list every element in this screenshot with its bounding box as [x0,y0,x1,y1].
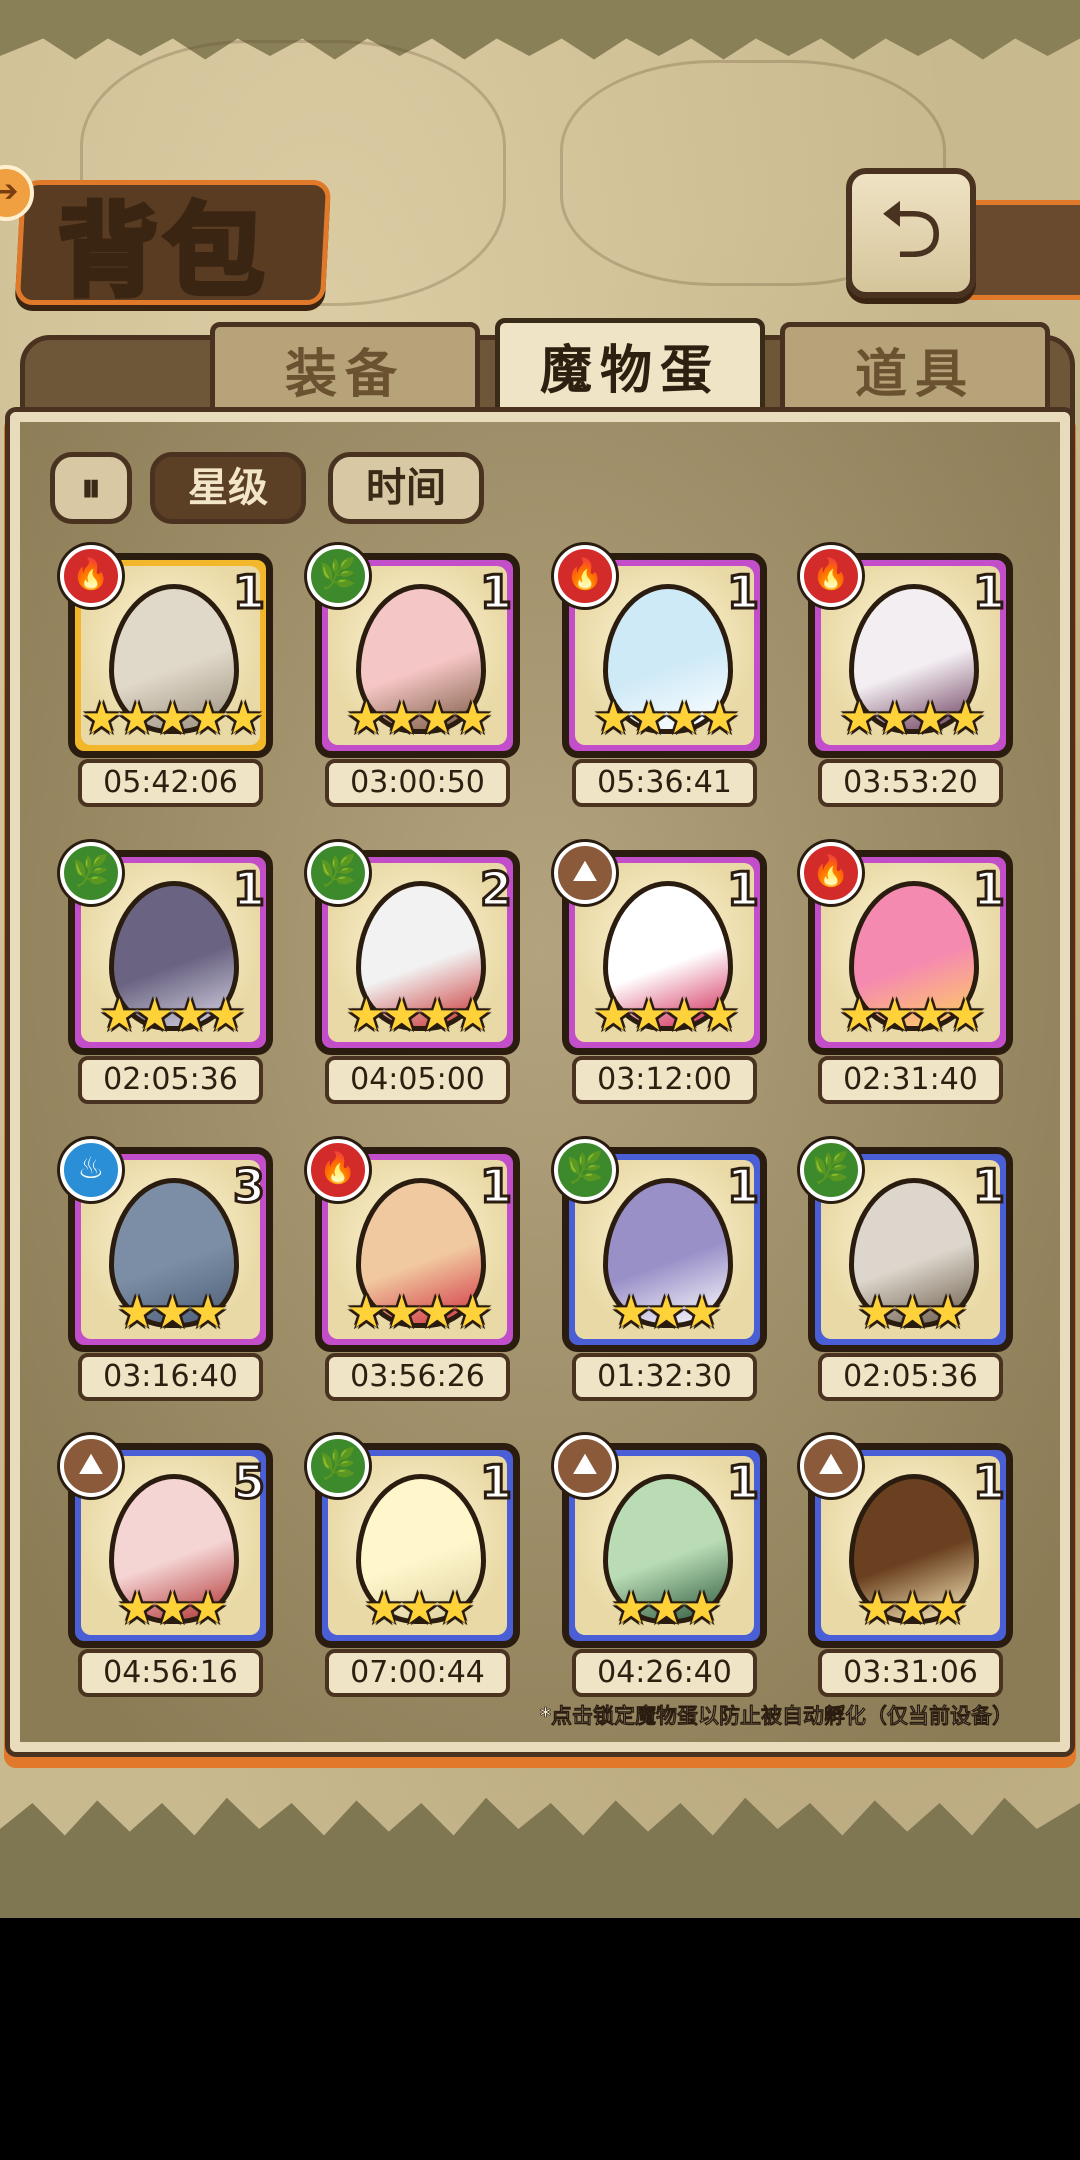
star-rating: ★★★★ [593,693,740,744]
hatch-timer: 03:31:06 [818,1649,1003,1697]
egg-count: 1 [231,564,266,621]
return-arrow-icon[interactable]: ⮌ [846,168,976,298]
star-rating: ★★★★ [593,990,740,1041]
water-element-icon: ♨ [60,1139,122,1201]
hatch-timer: 02:05:36 [818,1353,1003,1401]
star-rating: ★★★★ [346,693,493,744]
egg-count: 3 [231,1158,266,1215]
star-rating: ★★★ [117,1287,227,1338]
tab-items[interactable]: 道具 [780,322,1050,422]
hatch-timer: 03:53:20 [818,759,1003,807]
egg-count: 1 [725,861,760,918]
egg-count: 1 [971,1454,1006,1511]
sort-order-icon[interactable]: ⏸ [50,452,132,524]
egg-count: 1 [725,1454,760,1511]
sort-by-stars-button[interactable]: 星级 [150,452,306,524]
hatch-timer: 01:32:30 [572,1353,757,1401]
star-rating: ★★★ [857,1583,967,1634]
nature-element-icon: 🌿 [307,842,369,904]
egg-count: 1 [478,564,513,621]
lock-hint-text: *点击锁定魔物蛋以防止被自动孵化（仅当前设备） [540,1704,1014,1729]
hatch-timer: 04:56:16 [78,1649,263,1697]
hatch-timer: 03:56:26 [325,1353,510,1401]
star-rating: ★★★★ [99,990,246,1041]
game-screen: ➔ 背包 ⮌ 装备 魔物蛋 道具 ⏸ 星级 时间 1 🔥 ★★★★★ 05:42:06… [0,0,1080,1918]
star-rating: ★★★ [611,1583,721,1634]
hatch-timer: 02:05:36 [78,1056,263,1104]
nature-element-icon: 🌿 [60,842,122,904]
hatch-timer: 03:00:50 [325,759,510,807]
tab-equipment[interactable]: 装备 [210,322,480,422]
star-rating: ★★★ [857,1287,967,1338]
hatch-timer: 03:16:40 [78,1353,263,1401]
hatch-timer: 07:00:44 [325,1649,510,1697]
egg-count: 1 [478,1454,513,1511]
hatch-timer: 03:12:00 [572,1056,757,1104]
fire-element-icon: 🔥 [307,1139,369,1201]
torn-paper-bottom [0,1797,1080,1918]
egg-count: 1 [478,1158,513,1215]
hatch-timer: 05:42:06 [78,759,263,807]
egg-count: 1 [725,564,760,621]
fire-element-icon: 🔥 [800,842,862,904]
star-rating: ★★★★ [839,693,986,744]
star-rating: ★★★ [611,1287,721,1338]
page-title: 背包 [56,191,270,313]
nature-element-icon: 🌿 [554,1139,616,1201]
star-rating: ★★★★ [346,990,493,1041]
star-rating: ★★★ [364,1583,474,1634]
hatch-timer: 04:26:40 [572,1649,757,1697]
star-rating: ★★★ [117,1583,227,1634]
nature-element-icon: 🌿 [307,545,369,607]
earth-element-icon: ⛰ [800,1435,862,1497]
egg-count: 1 [725,1158,760,1215]
egg-count: 2 [478,861,513,918]
egg-count: 5 [231,1454,266,1511]
fire-element-icon: 🔥 [800,545,862,607]
hatch-timer: 02:31:40 [818,1056,1003,1104]
fire-element-icon: 🔥 [60,545,122,607]
earth-element-icon: ⛰ [554,842,616,904]
egg-count: 1 [971,1158,1006,1215]
egg-count: 1 [971,564,1006,621]
nature-element-icon: 🌿 [800,1139,862,1201]
egg-count: 1 [231,861,266,918]
earth-element-icon: ⛰ [60,1435,122,1497]
nature-element-icon: 🌿 [307,1435,369,1497]
fire-element-icon: 🔥 [554,545,616,607]
star-rating: ★★★★ [839,990,986,1041]
sort-by-time-button[interactable]: 时间 [328,452,484,524]
hatch-timer: 04:05:00 [325,1056,510,1104]
egg-count: 1 [971,861,1006,918]
star-rating: ★★★★ [346,1287,493,1338]
star-rating: ★★★★★ [81,693,263,744]
hatch-timer: 05:36:41 [572,759,757,807]
earth-element-icon: ⛰ [554,1435,616,1497]
